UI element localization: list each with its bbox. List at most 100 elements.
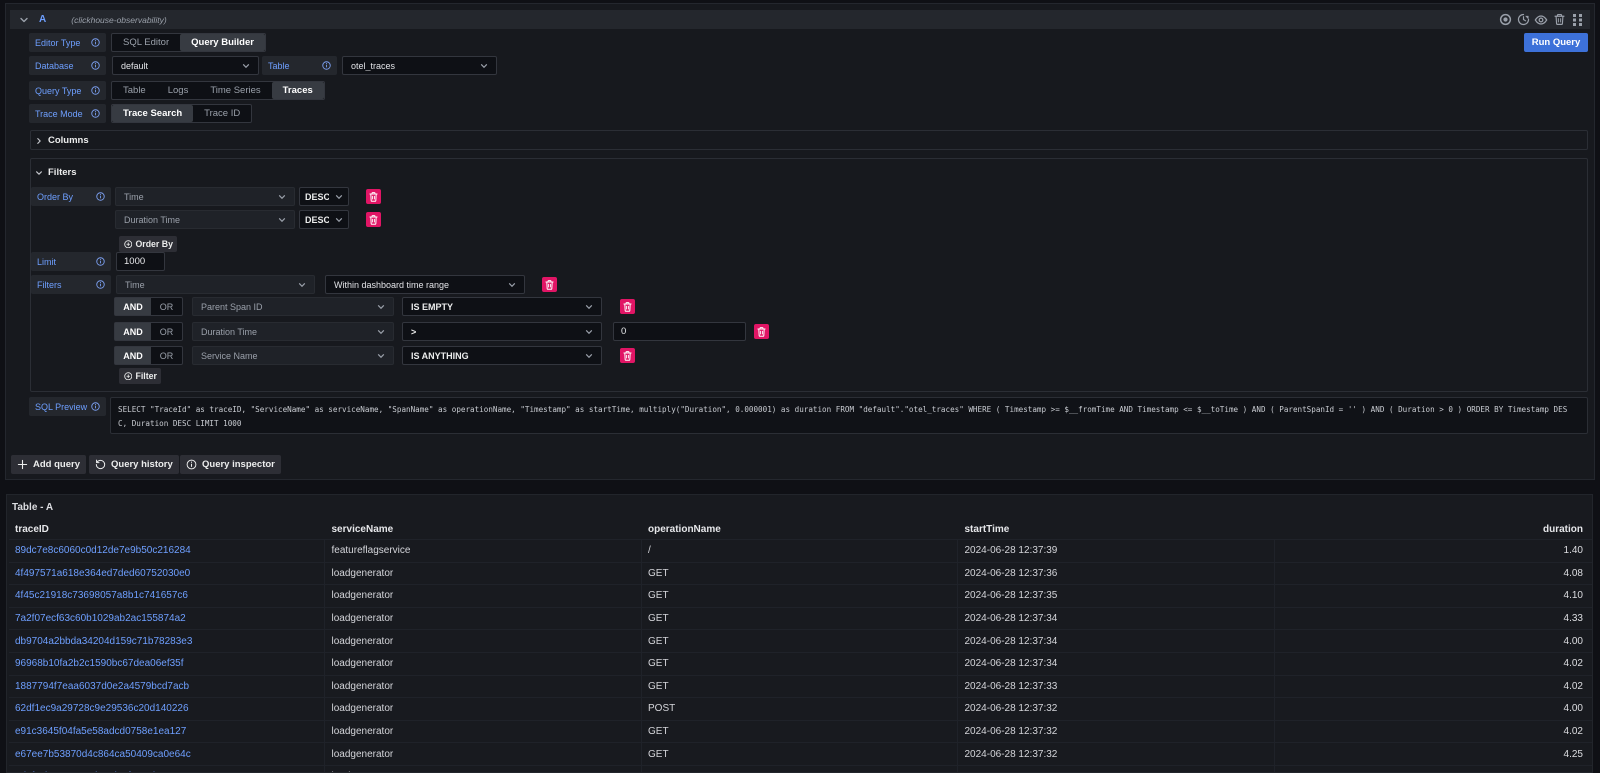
filter-operator-select[interactable]: IS ANYTHING (402, 346, 602, 365)
filter-time-field-select[interactable]: Time (116, 275, 315, 294)
query-type-option-traces[interactable]: Traces (272, 82, 324, 99)
columns-section-header[interactable]: Columns (31, 131, 1587, 150)
query-history-icon[interactable] (1516, 13, 1530, 27)
cell-servicename: loadgenerator (325, 766, 642, 773)
table-row: 4f497571a618e364ed7ded60752030e0loadgene… (9, 562, 1592, 585)
drag-handle-icon[interactable] (1570, 13, 1584, 27)
info-icon[interactable] (96, 192, 105, 201)
table-row: 62df1ec9a29728c9e29536c20d140226loadgene… (9, 697, 1592, 720)
add-order-by-button[interactable]: Order By (119, 236, 177, 252)
query-type-option-logs[interactable]: Logs (157, 82, 200, 99)
add-query-button[interactable]: Add query (11, 455, 86, 474)
info-icon[interactable] (91, 86, 100, 95)
database-label: Database (29, 56, 106, 75)
remove-query-trash-icon[interactable] (1552, 13, 1566, 27)
bool-or-option[interactable]: OR (151, 347, 182, 364)
info-icon[interactable] (91, 61, 100, 70)
chevron-down-icon (377, 328, 385, 336)
query-type-option-table[interactable]: Table (112, 82, 157, 99)
trace-link[interactable]: 7a2f07ecf63c60b1029ab2ac155874a2 (15, 613, 186, 624)
filter-field-select[interactable]: Duration Time (192, 322, 394, 341)
trace-link[interactable]: 62df1ec9a29728c9e29536c20d140226 (15, 703, 189, 714)
filter-bool-toggle: ANDOR (114, 322, 183, 341)
info-icon[interactable] (91, 402, 100, 411)
info-icon[interactable] (96, 257, 105, 266)
table-row: 7a2f07ecf63c60b1029ab2ac155874a2 loadgene… (9, 607, 1592, 630)
disable-query-eye-icon[interactable] (1534, 13, 1548, 27)
trace-link[interactable]: 89dc7e8c6060c0d12de7e9b50c216284 (15, 545, 191, 556)
trace-link[interactable]: 4f497571a618e364ed7ded60752030e0 (15, 568, 190, 579)
add-filter-button[interactable]: Filter (119, 368, 161, 384)
filter-field-select[interactable]: Service Name (192, 346, 394, 365)
table-select[interactable]: otel_traces (342, 56, 497, 75)
database-select[interactable]: default (112, 56, 259, 75)
order-by-field-select-2[interactable]: Duration Time (115, 210, 295, 229)
trace-link[interactable]: 96968b10fa2b2c1590bc67dea06ef35f (15, 658, 184, 669)
remove-filter-button-time[interactable] (542, 277, 557, 292)
info-circle-icon (186, 459, 197, 470)
remove-filter-button[interactable] (620, 299, 635, 314)
filter-operator-select[interactable]: > (402, 322, 602, 341)
filter-value-input[interactable]: 0 (613, 322, 746, 341)
info-icon[interactable] (91, 38, 100, 47)
bool-and-option[interactable]: AND (115, 347, 151, 364)
results-table: traceIDserviceNameoperationNamestartTime… (9, 520, 1592, 773)
column-header-operationName[interactable]: operationName (642, 520, 959, 539)
filter-operator-select[interactable]: IS EMPTY (402, 297, 602, 316)
editor-type-label: Editor Type (29, 33, 106, 52)
cell-traceid: 1887794f7eaa6037d0e2a4579bcd7acb (9, 676, 326, 698)
remove-filter-button[interactable] (754, 324, 769, 339)
editor-type-option-sql-editor[interactable]: SQL Editor (112, 34, 180, 51)
info-icon[interactable] (96, 280, 105, 289)
column-header-startTime[interactable]: startTime (958, 520, 1275, 539)
sql-preview-label: SQL Preview (29, 397, 106, 416)
bool-or-option[interactable]: OR (151, 323, 182, 340)
query-row-header[interactable]: A (clickhouse-observability) (10, 10, 1590, 29)
cell-starttime: 2024-06-28 12:37:34 (958, 608, 1275, 630)
bool-and-option[interactable]: AND (115, 323, 151, 340)
editor-type-option-query-builder[interactable]: Query Builder (180, 34, 265, 51)
remove-filter-button[interactable] (620, 348, 635, 363)
cell-servicename: loadgenerator (325, 585, 642, 607)
cell-servicename: loadgenerator (325, 608, 642, 630)
column-header-duration[interactable]: duration (1275, 520, 1592, 539)
bool-and-option[interactable]: AND (115, 298, 151, 315)
trace-mode-option-trace-id[interactable]: Trace ID (193, 105, 251, 122)
order-by-field-select[interactable]: Time (115, 187, 295, 206)
remove-order-by-button[interactable] (366, 189, 381, 204)
trace-link[interactable]: db9704a2bbda34204d159c71b78283e3 (15, 636, 192, 647)
cell-operationname: GET (642, 721, 959, 743)
record-query-icon[interactable] (1498, 13, 1512, 27)
table-row: 1887794f7eaa6037d0e2a4579bcd7acbloadgene… (9, 675, 1592, 698)
order-by-direction-select-2[interactable]: DESC (299, 210, 349, 229)
info-icon[interactable] (91, 109, 100, 118)
cell-duration: 4.25 (1275, 743, 1592, 765)
trace-link[interactable]: 1887794f7eaa6037d0e2a4579bcd7acb (15, 681, 189, 692)
trace-link[interactable]: e67ee7b53870d4c864ca50409ca0e64c (15, 749, 191, 760)
query-history-button[interactable]: Query history (89, 455, 179, 474)
editor-type-radio-group: SQL Editor Query Builder (111, 33, 266, 52)
limit-input[interactable]: 1000 (116, 252, 165, 271)
trace-link[interactable]: 4f45c21918c73698057a8b1c741657c6 (15, 590, 188, 601)
cell-duration: 4.00 (1275, 630, 1592, 652)
order-by-direction-select[interactable]: DESC (299, 187, 349, 206)
collapse-query-chevron-icon[interactable] (19, 15, 29, 25)
query-type-option-time-series[interactable]: Time Series (199, 82, 271, 99)
cell-traceid: db9704a2bbda34204d159c71b78283e3 (9, 630, 326, 652)
filter-field-select[interactable]: Parent Span ID (192, 297, 394, 316)
query-inspector-button[interactable]: Query inspector (180, 455, 281, 474)
remove-order-by-button-2[interactable] (366, 212, 381, 227)
column-header-traceID[interactable]: traceID (9, 520, 326, 539)
sql-preview-text: SELECT "TraceId" as traceID, "ServiceNam… (111, 398, 1569, 430)
trace-link[interactable]: e91c3645f04fa5e58adcd0758e1ea127 (15, 726, 186, 737)
chevron-down-icon (585, 303, 593, 311)
filters-section-header[interactable]: Filters (31, 163, 1587, 182)
info-icon[interactable] (322, 61, 331, 70)
bool-or-option[interactable]: OR (151, 298, 182, 315)
cell-operationname: GET (642, 743, 959, 765)
filter-time-range-select[interactable]: Within dashboard time range (325, 275, 525, 294)
trace-mode-option-trace-search[interactable]: Trace Search (112, 105, 193, 122)
run-query-button[interactable]: Run Query (1524, 33, 1588, 52)
column-header-serviceName[interactable]: serviceName (325, 520, 642, 539)
chevron-down-icon (278, 216, 286, 224)
